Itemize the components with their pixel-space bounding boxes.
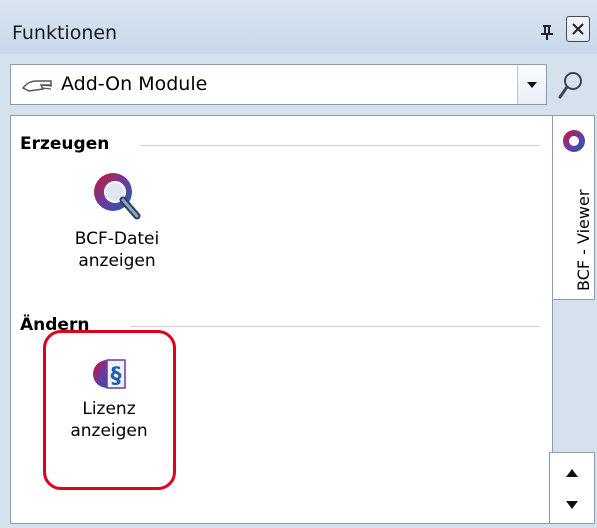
search-icon xyxy=(558,72,582,99)
section-header-erzeugen: Erzeugen xyxy=(20,134,120,154)
search-button[interactable] xyxy=(553,66,589,104)
dropdown-selected-value: Add-On Module xyxy=(61,73,208,95)
close-button[interactable] xyxy=(566,16,590,42)
pin-button[interactable] xyxy=(536,20,558,44)
side-tab-label: BCF - Viewer xyxy=(574,189,593,291)
section-divider xyxy=(130,326,540,327)
arrow-down-icon xyxy=(566,501,578,509)
panel-title-bar: Funktionen xyxy=(0,0,597,54)
hand-pointer-icon xyxy=(21,80,53,92)
functions-panel: Funktionen Add-On Module Erzeugen BCF-Da… xyxy=(0,0,597,528)
highlight-annotation xyxy=(43,330,176,490)
module-dropdown[interactable]: Add-On Module xyxy=(10,64,547,105)
bcf-magnifier-icon xyxy=(94,173,141,220)
arrow-up-icon xyxy=(566,469,578,477)
panel-title: Funktionen xyxy=(12,22,118,44)
dropdown-arrow-button[interactable] xyxy=(517,65,546,104)
tool-label-line2: anzeigen xyxy=(78,251,156,271)
scroll-buttons xyxy=(549,452,595,524)
chevron-down-icon xyxy=(527,81,537,88)
section-divider xyxy=(140,145,540,146)
close-icon xyxy=(572,23,584,35)
scroll-down-button[interactable] xyxy=(550,491,594,519)
scroll-up-button[interactable] xyxy=(550,459,594,487)
pin-icon xyxy=(541,25,553,40)
bcf-logo-icon xyxy=(563,130,585,152)
tool-bcf-datei-anzeigen[interactable]: BCF-Datei anzeigen xyxy=(52,170,182,272)
side-tab-bcf-viewer[interactable]: BCF - Viewer xyxy=(553,115,595,300)
tool-label-line1: BCF-Datei xyxy=(74,229,160,249)
